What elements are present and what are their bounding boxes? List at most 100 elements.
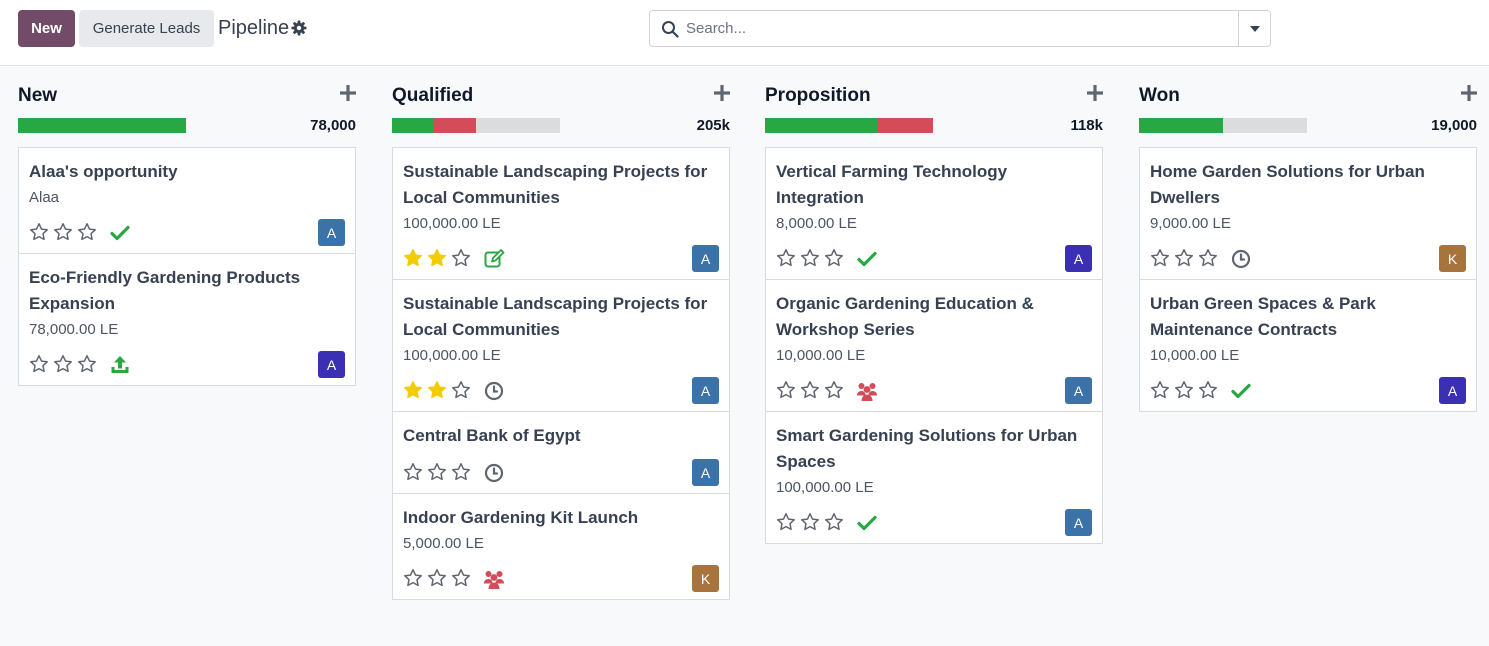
star-icon[interactable] xyxy=(403,462,423,482)
card-title: Organic Gardening Education & Workshop S… xyxy=(776,294,1034,339)
add-card-icon[interactable] xyxy=(1461,83,1477,103)
opportunity-card[interactable]: Central Bank of Egypt A xyxy=(393,412,729,494)
opportunity-card[interactable]: Smart Gardening Solutions for Urban Spac… xyxy=(766,412,1102,543)
card-footer: A xyxy=(1150,373,1466,411)
avatar[interactable]: K xyxy=(1439,245,1466,272)
column-progress-bar[interactable] xyxy=(1139,118,1307,133)
gear-icon[interactable] xyxy=(291,20,307,36)
check-icon[interactable] xyxy=(856,248,878,270)
avatar[interactable]: A xyxy=(1065,509,1092,536)
card-footer: A xyxy=(403,373,719,411)
progress-segment[interactable] xyxy=(1139,118,1223,133)
column-progress-bar[interactable] xyxy=(765,118,933,133)
opportunity-card[interactable]: Alaa's opportunity Alaa A xyxy=(19,148,355,254)
star-icon[interactable] xyxy=(824,248,844,268)
card-footer: A xyxy=(776,373,1092,411)
opportunity-card[interactable]: Sustainable Landscaping Projects for Loc… xyxy=(393,280,729,412)
column-progress-bar[interactable] xyxy=(18,118,186,133)
star-icon[interactable] xyxy=(451,380,471,400)
progress-segment[interactable] xyxy=(765,118,878,133)
star-filled-icon[interactable] xyxy=(427,248,447,268)
users-icon[interactable] xyxy=(856,380,878,402)
clock-icon[interactable] xyxy=(1230,248,1252,270)
progress-segment[interactable] xyxy=(18,118,186,133)
star-icon[interactable] xyxy=(776,512,796,532)
star-filled-icon[interactable] xyxy=(403,248,423,268)
edit-icon[interactable] xyxy=(483,248,505,270)
star-icon[interactable] xyxy=(1174,380,1194,400)
avatar[interactable]: A xyxy=(1065,245,1092,272)
column-title: Qualified xyxy=(392,85,474,106)
star-icon[interactable] xyxy=(800,512,820,532)
check-icon[interactable] xyxy=(109,222,131,244)
new-button[interactable]: New xyxy=(18,10,75,47)
card-footer: K xyxy=(403,561,719,599)
opportunity-card[interactable]: Vertical Farming Technology Integration 8… xyxy=(766,148,1102,280)
star-icon[interactable] xyxy=(800,248,820,268)
clock-icon[interactable] xyxy=(483,462,505,484)
generate-leads-button[interactable]: Generate Leads xyxy=(79,10,214,47)
star-icon[interactable] xyxy=(800,380,820,400)
star-icon[interactable] xyxy=(451,248,471,268)
column-total: 205k xyxy=(696,117,730,134)
priority-stars xyxy=(1150,380,1218,400)
star-icon[interactable] xyxy=(1198,248,1218,268)
add-card-icon[interactable] xyxy=(714,83,730,103)
opportunity-card[interactable]: Urban Green Spaces & Park Maintenance Co… xyxy=(1140,280,1476,411)
star-icon[interactable] xyxy=(53,222,73,242)
star-icon[interactable] xyxy=(451,568,471,588)
avatar[interactable]: A xyxy=(692,377,719,404)
star-icon[interactable] xyxy=(53,354,73,374)
priority-stars xyxy=(403,380,471,400)
search-options-toggle[interactable] xyxy=(1238,11,1271,46)
star-icon[interactable] xyxy=(824,380,844,400)
card-list: Sustainable Landscaping Projects for Loc… xyxy=(392,147,730,600)
opportunity-card[interactable]: Eco-Friendly Gardening Products Expansio… xyxy=(19,254,355,385)
avatar[interactable]: A xyxy=(318,351,345,378)
opportunity-card[interactable]: Organic Gardening Education & Workshop S… xyxy=(766,280,1102,412)
progress-segment[interactable] xyxy=(392,118,434,133)
avatar[interactable]: K xyxy=(692,565,719,592)
card-subtitle: Alaa xyxy=(29,189,60,206)
upload-icon[interactable] xyxy=(109,354,131,376)
card-subtitle: 8,000.00 LE xyxy=(776,215,857,232)
star-icon[interactable] xyxy=(403,568,423,588)
star-icon[interactable] xyxy=(451,462,471,482)
opportunity-card[interactable]: Sustainable Landscaping Projects for Loc… xyxy=(393,148,729,280)
star-icon[interactable] xyxy=(1150,248,1170,268)
star-icon[interactable] xyxy=(427,568,447,588)
star-icon[interactable] xyxy=(1174,248,1194,268)
card-title: Home Garden Solutions for Urban Dwellers xyxy=(1150,162,1425,207)
check-icon[interactable] xyxy=(856,512,878,534)
star-icon[interactable] xyxy=(1198,380,1218,400)
star-icon[interactable] xyxy=(1150,380,1170,400)
clock-icon[interactable] xyxy=(483,380,505,402)
users-icon[interactable] xyxy=(483,568,505,590)
star-icon[interactable] xyxy=(29,222,49,242)
star-icon[interactable] xyxy=(776,248,796,268)
star-icon[interactable] xyxy=(77,222,97,242)
star-icon[interactable] xyxy=(29,354,49,374)
column-progress-bar[interactable] xyxy=(392,118,560,133)
star-filled-icon[interactable] xyxy=(403,380,423,400)
card-title: Sustainable Landscaping Projects for Loc… xyxy=(403,162,708,207)
star-icon[interactable] xyxy=(427,462,447,482)
avatar[interactable]: A xyxy=(692,459,719,486)
progress-segment[interactable] xyxy=(434,118,476,133)
check-icon[interactable] xyxy=(1230,380,1252,402)
search-input[interactable] xyxy=(686,12,1234,45)
progress-segment[interactable] xyxy=(878,118,933,133)
star-icon[interactable] xyxy=(77,354,97,374)
opportunity-card[interactable]: Home Garden Solutions for Urban Dwellers… xyxy=(1140,148,1476,280)
avatar[interactable]: A xyxy=(318,219,345,246)
add-card-icon[interactable] xyxy=(1087,83,1103,103)
avatar[interactable]: A xyxy=(692,245,719,272)
star-icon[interactable] xyxy=(824,512,844,532)
opportunity-card[interactable]: Indoor Gardening Kit Launch 5,000.00 LE K xyxy=(393,494,729,599)
add-card-icon[interactable] xyxy=(340,83,356,103)
avatar[interactable]: A xyxy=(1439,377,1466,404)
star-icon[interactable] xyxy=(776,380,796,400)
priority-stars xyxy=(776,512,844,532)
avatar[interactable]: A xyxy=(1065,377,1092,404)
star-filled-icon[interactable] xyxy=(427,380,447,400)
